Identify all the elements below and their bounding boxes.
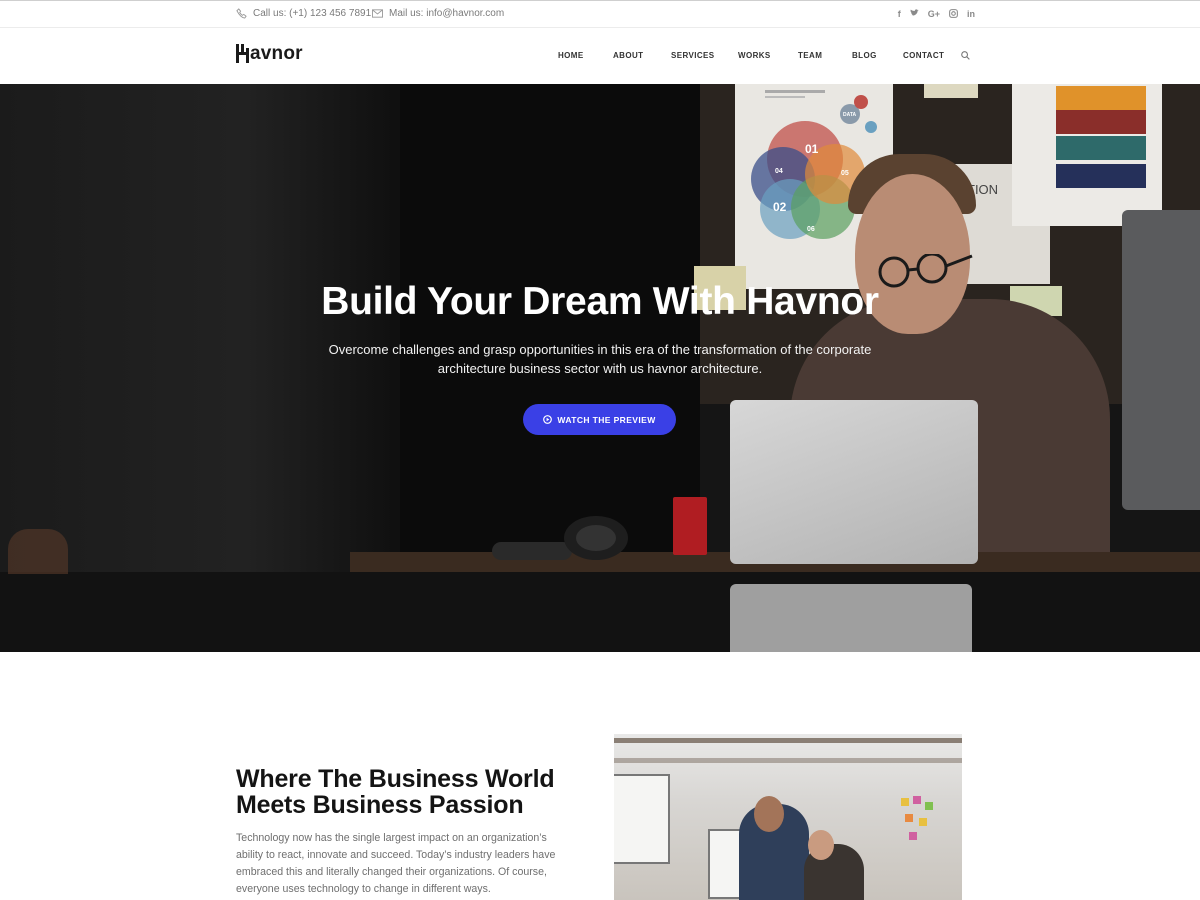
about-photo — [614, 734, 962, 900]
phone-icon — [236, 8, 247, 19]
nav-item-blog[interactable]: BLOG — [852, 51, 877, 60]
main-navbar: avnor HOME ABOUT SERVICES WORKS TEAM BLO… — [0, 28, 1200, 84]
sticky-notes — [901, 796, 933, 840]
envelope-icon — [372, 9, 383, 18]
mail-text: Mail us: info@havnor.com — [389, 8, 505, 19]
play-circle-icon — [543, 415, 553, 424]
logo-text: avnor — [250, 43, 303, 64]
search-icon[interactable] — [961, 51, 970, 60]
watch-preview-label: WATCH THE PREVIEW — [557, 414, 656, 425]
watch-preview-button[interactable]: WATCH THE PREVIEW — [523, 404, 676, 435]
nav-item-team[interactable]: TEAM — [798, 51, 822, 60]
nav-item-about[interactable]: ABOUT — [613, 51, 643, 60]
hero-subtitle: Overcome challenges and grasp opportunit… — [328, 342, 872, 376]
linkedin-icon[interactable]: in — [967, 9, 975, 21]
site-logo[interactable]: avnor — [236, 44, 303, 63]
hero-section: 01 02 04 05 06 DATA TION Build Your Drea… — [0, 84, 1200, 652]
nav-item-home[interactable]: HOME — [558, 51, 584, 60]
top-bar: Call us: (+1) 123 456 7891 Mail us: info… — [0, 0, 1200, 28]
mail-contact[interactable]: Mail us: info@havnor.com — [372, 8, 504, 19]
nav-item-works[interactable]: WORKS — [738, 51, 771, 60]
phone-contact[interactable]: Call us: (+1) 123 456 7891 — [236, 8, 371, 19]
facebook-icon[interactable]: f — [898, 9, 901, 21]
phone-text: Call us: (+1) 123 456 7891 — [253, 8, 372, 19]
social-links: f G+ in — [898, 9, 975, 21]
nav-item-services[interactable]: SERVICES — [671, 51, 715, 60]
instagram-icon[interactable] — [949, 9, 958, 21]
about-text: Technology now has the single largest im… — [236, 832, 556, 895]
twitter-icon[interactable] — [909, 9, 919, 21]
about-title: Where The Business World Meets Business … — [236, 765, 555, 819]
nav-item-contact[interactable]: CONTACT — [903, 51, 944, 60]
logo-mark-icon — [236, 44, 249, 63]
hero-content: Build Your Dream With Havnor Overcome ch… — [0, 84, 1200, 652]
hero-title: Build Your Dream With Havnor — [321, 280, 879, 323]
google-plus-icon[interactable]: G+ — [928, 9, 940, 21]
